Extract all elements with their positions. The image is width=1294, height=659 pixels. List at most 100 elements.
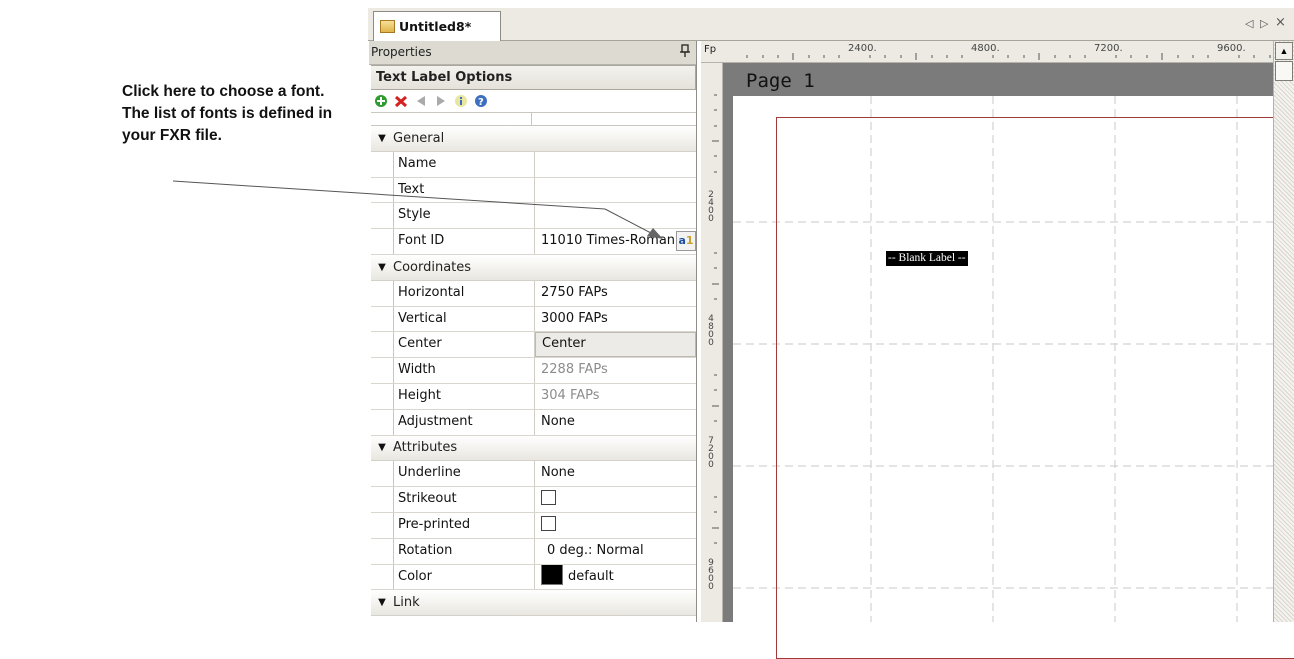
- property-row-text[interactable]: Text: [371, 177, 696, 204]
- svg-text:?: ?: [478, 97, 484, 108]
- blank-text-label[interactable]: -- Blank Label --: [886, 251, 968, 266]
- property-row-color[interactable]: Color default: [371, 564, 696, 591]
- delete-icon[interactable]: [394, 94, 408, 108]
- property-grid: ▼ General Name Text Style Font ID 11010 T…: [371, 126, 696, 617]
- property-value: 304 FAPs: [541, 387, 600, 403]
- property-row-font-id[interactable]: Font ID 11010 Times-Roman a1: [371, 229, 696, 255]
- property-grid-column-header: [371, 112, 696, 126]
- properties-header: Properties: [369, 41, 696, 65]
- ruler-label: 9600.: [1217, 43, 1246, 54]
- properties-toolbar: ?: [369, 90, 696, 112]
- info-icon[interactable]: [454, 94, 468, 108]
- page-title: Page 1: [746, 70, 815, 92]
- category-general[interactable]: ▼ General: [371, 126, 696, 152]
- category-label: Attributes: [393, 440, 458, 456]
- property-value[interactable]: [535, 152, 696, 177]
- add-icon[interactable]: [374, 94, 388, 108]
- collapse-icon[interactable]: ▼: [371, 262, 393, 273]
- property-value[interactable]: [535, 178, 696, 203]
- document-icon: [380, 20, 395, 33]
- next-tab-icon[interactable]: ▷: [1260, 17, 1268, 30]
- ruler-unit: Fp: [704, 44, 717, 55]
- property-row-style[interactable]: Style: [371, 203, 696, 230]
- property-row-adjustment[interactable]: Adjustment None: [371, 409, 696, 436]
- strikeout-checkbox[interactable]: [541, 490, 556, 506]
- property-name: Pre-printed: [394, 512, 535, 538]
- property-name: Text: [394, 177, 535, 203]
- font-id-text: 11010 Times-Roman: [541, 233, 676, 249]
- document-tab[interactable]: Untitled8*: [373, 11, 501, 41]
- help-icon[interactable]: ?: [474, 94, 488, 108]
- property-name: Vertical: [394, 306, 535, 332]
- property-row-rotation[interactable]: Rotation 0 deg.: Normal: [371, 538, 696, 565]
- vertical-ruler: 2400 4800 7200 9600: [701, 63, 723, 622]
- ruler-label: 2400: [708, 190, 714, 224]
- property-row-underline[interactable]: Underline None: [371, 461, 696, 488]
- property-value: 2288 FAPs: [541, 362, 608, 378]
- category-label: Coordinates: [393, 259, 472, 275]
- ruler-label: 7200.: [1094, 43, 1123, 54]
- property-value[interactable]: None: [535, 410, 696, 435]
- color-swatch[interactable]: [541, 564, 563, 586]
- collapse-icon[interactable]: ▼: [371, 133, 393, 144]
- back-icon[interactable]: [414, 94, 428, 108]
- property-name: Style: [394, 203, 535, 229]
- ruler-label: 4800.: [971, 43, 1000, 54]
- font-picker-icon[interactable]: a1: [676, 231, 696, 252]
- property-value[interactable]: 2750 FAPs: [535, 281, 696, 306]
- property-row-pre-printed[interactable]: Pre-printed: [371, 512, 696, 539]
- property-name: Color: [394, 564, 535, 590]
- category-coordinates[interactable]: ▼ Coordinates: [371, 254, 696, 281]
- scroll-thumb[interactable]: [1275, 61, 1293, 81]
- document-tab-label: Untitled8*: [399, 19, 472, 34]
- property-value[interactable]: 3000 FAPs: [535, 307, 696, 332]
- property-row-strikeout[interactable]: Strikeout: [371, 487, 696, 513]
- property-value[interactable]: None: [535, 461, 696, 486]
- property-name: Horizontal: [394, 280, 535, 306]
- property-name: Name: [394, 151, 535, 177]
- collapse-icon[interactable]: ▼: [371, 442, 393, 453]
- horizontal-ruler: Fp 2400. 4800. 7200. 9600.: [701, 41, 1294, 63]
- property-row-vertical[interactable]: Vertical 3000 FAPs: [371, 306, 696, 333]
- properties-title: Properties: [371, 45, 432, 59]
- property-row-width[interactable]: Width 2288 FAPs: [371, 358, 696, 384]
- page-area[interactable]: [733, 96, 1294, 659]
- document-tab-bar: Untitled8* ◁ ▷ ×: [368, 8, 1294, 41]
- font-id-value[interactable]: 11010 Times-Roman a1: [535, 229, 696, 254]
- collapse-icon[interactable]: ▼: [371, 597, 393, 608]
- property-name: Center: [394, 332, 535, 358]
- property-value[interactable]: [535, 203, 696, 228]
- category-label: General: [393, 130, 445, 146]
- pre-printed-checkbox[interactable]: [541, 515, 556, 531]
- pin-icon[interactable]: [680, 44, 690, 61]
- pre-printed-cell: [535, 513, 696, 538]
- scroll-up-icon[interactable]: ▲: [1275, 42, 1293, 60]
- property-name: Rotation: [394, 538, 535, 564]
- property-row-horizontal[interactable]: Horizontal 2750 FAPs: [371, 280, 696, 307]
- property-name: Underline: [394, 461, 535, 487]
- strikeout-cell: [535, 487, 696, 512]
- property-name: Height: [394, 383, 535, 409]
- color-value[interactable]: default: [535, 564, 696, 590]
- property-row-height[interactable]: Height 304 FAPs: [371, 383, 696, 410]
- page-margin: [776, 117, 1294, 659]
- color-text: default: [568, 568, 614, 584]
- property-row-center[interactable]: Center Center: [371, 332, 696, 359]
- font-callout: Click here to choose a font. The list of…: [122, 81, 332, 147]
- callout-line-1: Click here to choose a font.: [122, 83, 325, 100]
- callout-line-3: your FXR file.: [122, 127, 222, 144]
- close-tab-icon[interactable]: ×: [1275, 15, 1286, 30]
- category-label: Link: [393, 595, 420, 611]
- ruler-label: 7200: [708, 436, 714, 470]
- property-name: Width: [394, 358, 535, 383]
- property-name: Strikeout: [394, 487, 535, 512]
- vertical-scrollbar[interactable]: ▲: [1273, 41, 1294, 622]
- category-link[interactable]: ▼ Link: [371, 590, 696, 617]
- ruler-label: 4800: [708, 314, 714, 348]
- property-value[interactable]: 0 deg.: Normal: [535, 539, 696, 564]
- category-attributes[interactable]: ▼ Attributes: [371, 435, 696, 462]
- forward-icon[interactable]: [434, 94, 448, 108]
- property-row-name[interactable]: Name: [371, 151, 696, 178]
- center-dropdown[interactable]: Center: [535, 332, 696, 358]
- previous-tab-icon[interactable]: ◁: [1245, 17, 1253, 30]
